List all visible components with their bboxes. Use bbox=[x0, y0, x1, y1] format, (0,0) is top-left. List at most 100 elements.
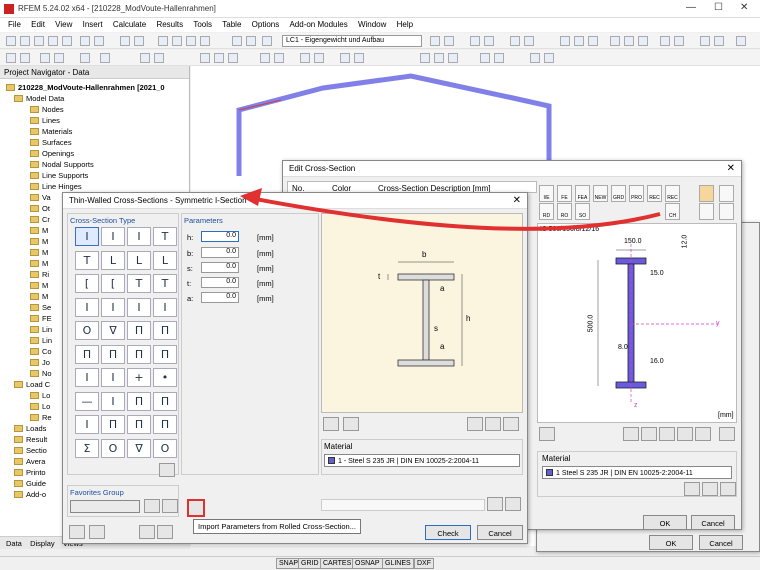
tree-loads[interactable]: Loads bbox=[14, 424, 46, 433]
cross-section-type-button[interactable]: Π bbox=[101, 415, 125, 434]
table-icon[interactable] bbox=[120, 36, 130, 46]
print-icon[interactable] bbox=[48, 36, 58, 46]
thin-dialog-close-icon[interactable]: ✕ bbox=[513, 195, 521, 206]
filter-icon[interactable] bbox=[200, 36, 210, 46]
support-icon[interactable] bbox=[420, 53, 430, 63]
open-file-icon[interactable] bbox=[139, 525, 155, 539]
frame-icon[interactable] bbox=[246, 36, 256, 46]
tree-item[interactable]: Lin bbox=[30, 336, 52, 345]
undo-icon[interactable] bbox=[80, 36, 90, 46]
grid-icon[interactable] bbox=[510, 36, 520, 46]
cross-section-type-button[interactable]: Π bbox=[153, 415, 177, 434]
open-icon[interactable] bbox=[20, 36, 30, 46]
help-icon[interactable] bbox=[69, 525, 85, 539]
load-icon[interactable] bbox=[340, 53, 350, 63]
tool-j-icon[interactable] bbox=[714, 36, 724, 46]
cross-section-type-button[interactable]: Π bbox=[101, 344, 125, 364]
tool-grd-icon[interactable]: GRD bbox=[611, 185, 626, 202]
hinge-icon[interactable] bbox=[434, 53, 444, 63]
view-b-icon[interactable] bbox=[641, 427, 657, 441]
menu-table[interactable]: Table bbox=[222, 20, 241, 29]
cross-section-type-button[interactable]: T bbox=[153, 227, 177, 246]
section-icon[interactable] bbox=[232, 36, 242, 46]
cross-section-type-button[interactable]: T bbox=[75, 250, 99, 270]
tree-item[interactable]: Jo bbox=[30, 358, 50, 367]
cross-section-type-button[interactable]: Π bbox=[153, 321, 177, 340]
calc-icon[interactable] bbox=[134, 36, 144, 46]
load2-icon[interactable] bbox=[354, 53, 364, 63]
tool-rd-icon[interactable]: RD bbox=[539, 203, 554, 220]
save-file-icon[interactable] bbox=[157, 525, 173, 539]
tree-printout[interactable]: Printo bbox=[14, 468, 46, 477]
cross-section-type-button[interactable]: L bbox=[153, 250, 177, 270]
tree-results[interactable]: Result bbox=[14, 435, 47, 444]
view2-icon[interactable] bbox=[484, 36, 494, 46]
tool-new-icon[interactable]: NEW bbox=[593, 185, 608, 202]
thin-cancel-button[interactable]: Cancel bbox=[477, 525, 523, 540]
edit-dialog-close-icon[interactable]: ✕ bbox=[727, 163, 735, 174]
status-cartes[interactable]: CARTES bbox=[320, 558, 355, 569]
favorites-select[interactable] bbox=[70, 500, 140, 513]
cross-section-type-button[interactable]: [ bbox=[75, 274, 99, 293]
tool-rec2-icon[interactable]: REC bbox=[665, 185, 680, 202]
tool-misc2-icon[interactable] bbox=[719, 203, 734, 220]
sketch-view-a-icon[interactable] bbox=[467, 417, 483, 431]
tool-b-icon[interactable] bbox=[574, 36, 584, 46]
units-icon[interactable] bbox=[89, 525, 105, 539]
view-c-icon[interactable] bbox=[659, 427, 675, 441]
tree-item[interactable]: Co bbox=[30, 347, 52, 356]
cross-section-type-button[interactable]: Π bbox=[127, 321, 151, 340]
measure-icon[interactable] bbox=[80, 53, 90, 63]
cross-section-type-button[interactable]: I bbox=[75, 415, 99, 434]
tool-orange-icon[interactable] bbox=[699, 185, 714, 202]
tool-g-icon[interactable] bbox=[660, 36, 670, 46]
sketch-info-icon[interactable] bbox=[323, 417, 339, 431]
info-icon[interactable] bbox=[539, 427, 555, 441]
close-icon[interactable]: ✕ bbox=[740, 2, 748, 13]
tool-c-icon[interactable] bbox=[588, 36, 598, 46]
cross-section-type-button[interactable]: O bbox=[75, 321, 99, 340]
results-icon[interactable] bbox=[158, 36, 168, 46]
cross-section-type-button[interactable]: I bbox=[153, 297, 177, 317]
view-f-icon[interactable] bbox=[719, 427, 735, 441]
member-icon[interactable] bbox=[262, 36, 272, 46]
guide-icon[interactable] bbox=[530, 53, 540, 63]
cross-section-type-button[interactable]: + bbox=[127, 368, 151, 387]
maximize-icon[interactable]: ☐ bbox=[714, 2, 723, 13]
snap-icon[interactable] bbox=[524, 36, 534, 46]
cross-section-type-button[interactable]: Π bbox=[127, 344, 151, 364]
param-b-input[interactable]: 0.0 bbox=[201, 247, 239, 258]
tree-item[interactable]: M bbox=[30, 226, 48, 235]
view-x-icon[interactable] bbox=[200, 53, 210, 63]
cross-section-type-button[interactable]: I bbox=[75, 297, 99, 317]
save-icon[interactable] bbox=[34, 36, 44, 46]
line-icon[interactable] bbox=[154, 53, 164, 63]
material-edit-icon[interactable] bbox=[702, 482, 718, 496]
zoom-icon[interactable] bbox=[260, 53, 270, 63]
tab-display[interactable]: Display bbox=[30, 539, 55, 548]
tree-item[interactable]: M bbox=[30, 292, 48, 301]
tool-k-icon[interactable] bbox=[736, 36, 746, 46]
menu-addon-modules[interactable]: Add-on Modules bbox=[289, 20, 347, 29]
tree-item[interactable]: Lo bbox=[30, 402, 50, 411]
thin-material-select[interactable]: 1 - Steel S 235 JR | DIN EN 10025-2:2004… bbox=[324, 454, 520, 467]
node-icon[interactable] bbox=[140, 53, 150, 63]
tree-item[interactable]: Lin bbox=[30, 325, 52, 334]
status-osnap[interactable]: OSNAP bbox=[352, 558, 383, 569]
tool-so-icon[interactable]: SO bbox=[575, 203, 590, 220]
sketch-zoom-icon[interactable] bbox=[503, 417, 519, 431]
cross-section-type-button[interactable]: T bbox=[127, 274, 151, 293]
menu-view[interactable]: View bbox=[55, 20, 72, 29]
tree-item[interactable]: Ot bbox=[30, 204, 50, 213]
tree-item[interactable]: M bbox=[30, 281, 48, 290]
param-a-input[interactable]: 0.0 bbox=[201, 292, 239, 303]
zoom-all-icon[interactable] bbox=[274, 53, 284, 63]
tool-fe-icon[interactable]: FE bbox=[557, 185, 572, 202]
favorites-add-icon[interactable] bbox=[144, 499, 160, 513]
back-cancel-button[interactable]: Cancel bbox=[699, 535, 743, 550]
next-lc-icon[interactable] bbox=[444, 36, 454, 46]
tree-addon[interactable]: Add-o bbox=[14, 490, 46, 499]
view-icon[interactable] bbox=[470, 36, 480, 46]
tree-root[interactable]: 210228_ModVoute-Hallenrahmen [2021_0 bbox=[6, 83, 165, 92]
tree-item[interactable]: FE bbox=[30, 314, 52, 323]
